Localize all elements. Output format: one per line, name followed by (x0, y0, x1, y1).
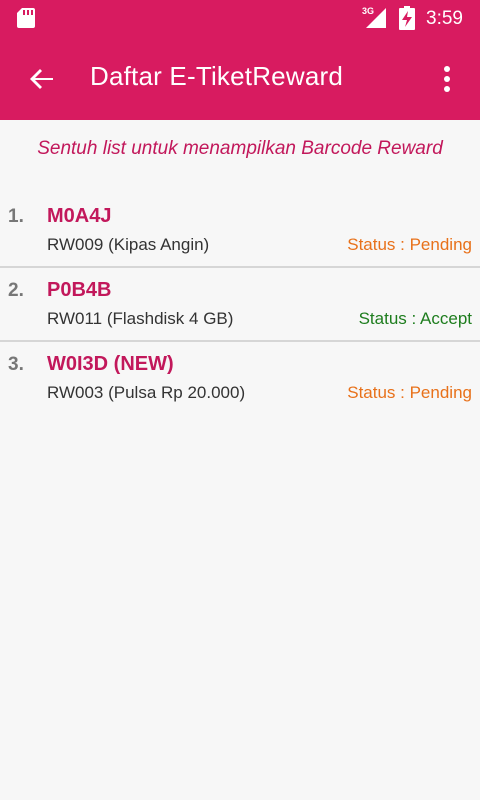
ticket-item-3[interactable]: 3. W0I3D (NEW) RW003 (Pulsa Rp 20.000) S… (0, 342, 480, 414)
ticket-code: W0I3D (NEW) (47, 353, 174, 375)
status-label: Status : Accept (358, 309, 472, 328)
reward-description: RW011 (Flashdisk 4 GB) (47, 309, 234, 328)
item-number: 2. (8, 280, 24, 301)
status-label: Status : Pending (347, 235, 472, 254)
sd-card-icon (17, 8, 35, 28)
clock: 3:59 (426, 8, 463, 29)
ticket-list: 1. M0A4J RW009 (Kipas Angin) Status : Pe… (0, 194, 480, 414)
page-title: Daftar E-TiketReward (90, 61, 343, 91)
ticket-code: P0B4B (47, 279, 112, 301)
status-bar: 3G 3:59 (0, 0, 480, 38)
reward-description: RW003 (Pulsa Rp 20.000) (47, 383, 246, 402)
signal-icon: 3G (362, 6, 388, 30)
item-number: 1. (8, 206, 24, 227)
ticket-code: M0A4J (47, 205, 112, 227)
arrow-back-icon[interactable] (26, 63, 58, 95)
ticket-item-1[interactable]: 1. M0A4J RW009 (Kipas Angin) Status : Pe… (0, 194, 480, 268)
battery-charging-icon (399, 6, 415, 30)
app-bar: Daftar E-TiketReward (0, 38, 480, 120)
hint-text: Sentuh list untuk menampilkan Barcode Re… (37, 138, 443, 159)
ticket-item-2[interactable]: 2. P0B4B RW011 (Flashdisk 4 GB) Status :… (0, 268, 480, 342)
item-number: 3. (8, 354, 24, 375)
more-vert-icon[interactable] (436, 63, 458, 95)
status-label: Status : Pending (347, 383, 472, 402)
reward-description: RW009 (Kipas Angin) (47, 235, 210, 254)
